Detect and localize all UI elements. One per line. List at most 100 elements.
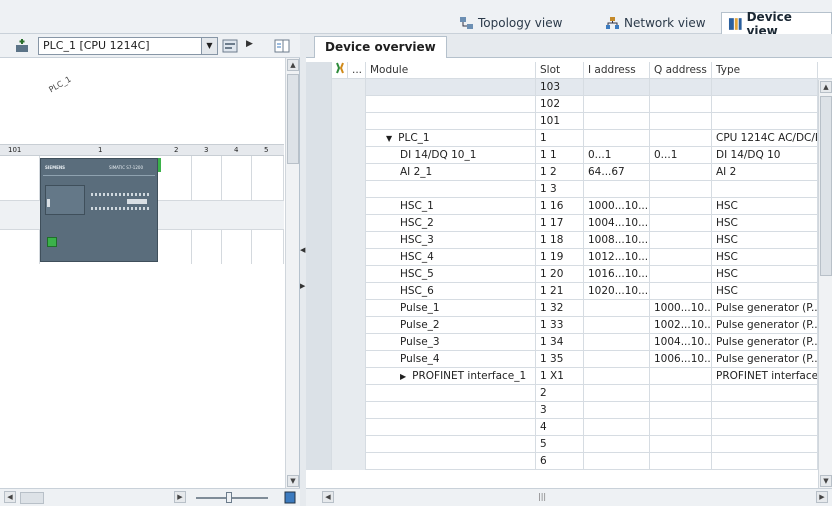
q-address-cell[interactable] <box>650 79 712 96</box>
module-cell[interactable]: HSC_1 <box>366 198 536 215</box>
slot-cell[interactable]: 1 20 <box>536 266 584 283</box>
row-gutter[interactable] <box>306 317 332 334</box>
module-cell[interactable]: HSC_2 <box>366 215 536 232</box>
q-address-cell[interactable]: 0...1 <box>650 147 712 164</box>
collapse-right-icon[interactable]: ▶ <box>300 282 305 290</box>
q-address-cell[interactable] <box>650 130 712 147</box>
module-cell[interactable]: HSC_4 <box>366 249 536 266</box>
row-gutter[interactable] <box>306 164 332 181</box>
slot-cell[interactable]: 1 2 <box>536 164 584 181</box>
column-header-i-address[interactable]: I address <box>584 62 650 79</box>
table-row[interactable]: 102 <box>306 96 832 113</box>
table-row[interactable]: 1 3 <box>306 181 832 198</box>
scroll-right-icon[interactable]: ▶ <box>816 491 828 503</box>
slot-cell[interactable]: 102 <box>536 96 584 113</box>
type-cell[interactable]: HSC <box>712 232 818 249</box>
type-cell[interactable]: HSC <box>712 249 818 266</box>
table-row[interactable]: Pulse_2 1 33 1002...10... Pulse generator (… <box>306 317 832 334</box>
column-header-type[interactable]: Type <box>712 62 818 79</box>
i-address-cell[interactable] <box>584 402 650 419</box>
module-cell[interactable]: Pulse_3 <box>366 334 536 351</box>
table-row[interactable]: 5 <box>306 436 832 453</box>
slot-cell[interactable]: 1 17 <box>536 215 584 232</box>
row-gutter[interactable] <box>306 402 332 419</box>
row-gutter[interactable] <box>306 334 332 351</box>
row-gutter[interactable] <box>306 385 332 402</box>
module-cell[interactable] <box>366 385 536 402</box>
chevron-down-icon[interactable]: ▼ <box>201 38 217 54</box>
table-row[interactable]: HSC_5 1 20 1016...10... HSC <box>306 266 832 283</box>
table-row[interactable]: 6 <box>306 453 832 470</box>
i-address-cell[interactable] <box>584 113 650 130</box>
scroll-down-icon[interactable]: ▼ <box>287 475 299 487</box>
zoom-fit-icon[interactable] <box>284 491 296 504</box>
type-cell[interactable] <box>712 402 818 419</box>
table-row[interactable]: HSC_2 1 17 1004...10... HSC <box>306 215 832 232</box>
device-selector-dropdown[interactable]: PLC_1 [CPU 1214C] ▼ <box>38 37 218 55</box>
row-gutter[interactable] <box>306 96 332 113</box>
q-address-cell[interactable] <box>650 436 712 453</box>
q-address-cell[interactable] <box>650 198 712 215</box>
slot-cell[interactable]: 101 <box>536 113 584 130</box>
ethernet-port-icon[interactable] <box>47 237 57 247</box>
device-canvas[interactable]: PLC_1 101 1 2 3 4 5 SIEMENS SIMATIC S7-1… <box>0 58 284 488</box>
row-gutter[interactable] <box>306 215 332 232</box>
i-address-cell[interactable]: 1012...10... <box>584 249 650 266</box>
module-cell[interactable]: HSC_5 <box>366 266 536 283</box>
table-row[interactable]: 103 <box>306 79 832 96</box>
row-gutter[interactable] <box>306 436 332 453</box>
device-properties-icon[interactable] <box>222 38 238 54</box>
scroll-left-icon[interactable]: ◀ <box>4 491 16 503</box>
slot-cell[interactable]: 1 1 <box>536 147 584 164</box>
q-address-cell[interactable] <box>650 402 712 419</box>
zoom-slider[interactable] <box>196 497 268 499</box>
q-address-cell[interactable]: 1000...10... <box>650 300 712 317</box>
scroll-up-icon[interactable]: ▲ <box>820 81 832 93</box>
type-cell[interactable]: PROFINET interface <box>712 368 818 385</box>
i-address-cell[interactable] <box>584 453 650 470</box>
scroll-right-icon[interactable]: ▶ <box>174 491 186 503</box>
slot-cell[interactable]: 1 3 <box>536 181 584 198</box>
type-cell[interactable]: CPU 1214C AC/DC/Rly <box>712 130 818 147</box>
slot-cell[interactable]: 1 <box>536 130 584 147</box>
expanded-arrow-icon[interactable]: ▼ <box>386 134 392 143</box>
diagnostics-column-header[interactable] <box>332 62 348 79</box>
slot-cell[interactable]: 6 <box>536 453 584 470</box>
table-row[interactable]: ▶ PROFINET interface_1 1 X1 PROFINET interf… <box>306 368 832 385</box>
table-row[interactable]: AI 2_1 1 2 64...67 AI 2 <box>306 164 832 181</box>
q-address-cell[interactable] <box>650 453 712 470</box>
collapse-left-icon[interactable]: ◀ <box>300 246 305 254</box>
slot-cell[interactable]: 5 <box>536 436 584 453</box>
table-row[interactable]: Pulse_4 1 35 1006...10... Pulse generator (… <box>306 351 832 368</box>
module-cell[interactable] <box>366 96 536 113</box>
i-address-cell[interactable] <box>584 96 650 113</box>
q-address-cell[interactable] <box>650 232 712 249</box>
device-view-tab[interactable]: Device view <box>721 10 832 38</box>
row-gutter[interactable] <box>306 368 332 385</box>
type-cell[interactable]: AI 2 <box>712 164 818 181</box>
type-cell[interactable]: HSC <box>712 283 818 300</box>
table-row[interactable]: DI 14/DQ 10_1 1 1 0...1 0...1 DI 14/DQ 10 <box>306 147 832 164</box>
expand-arrow-icon[interactable]: ▶ <box>246 39 253 49</box>
table-row[interactable]: Pulse_3 1 34 1004...10... Pulse generator (… <box>306 334 832 351</box>
row-gutter[interactable] <box>306 300 332 317</box>
slot-cell[interactable]: 103 <box>536 79 584 96</box>
row-gutter[interactable] <box>306 113 332 130</box>
scroll-grip-icon[interactable]: ||| <box>538 492 548 503</box>
q-address-cell[interactable] <box>650 164 712 181</box>
module-cell[interactable]: HSC_3 <box>366 232 536 249</box>
module-cell[interactable]: ▶ PROFINET interface_1 <box>366 368 536 385</box>
module-cell[interactable] <box>366 181 536 198</box>
i-address-cell[interactable] <box>584 317 650 334</box>
table-row[interactable]: Pulse_1 1 32 1000...10... Pulse generator (… <box>306 300 832 317</box>
i-address-cell[interactable] <box>584 79 650 96</box>
i-address-cell[interactable]: 1016...10... <box>584 266 650 283</box>
row-gutter[interactable] <box>306 453 332 470</box>
type-cell[interactable] <box>712 79 818 96</box>
i-address-cell[interactable] <box>584 419 650 436</box>
i-address-cell[interactable] <box>584 130 650 147</box>
row-gutter[interactable] <box>306 232 332 249</box>
scroll-up-icon[interactable]: ▲ <box>287 59 299 71</box>
slot-cell[interactable]: 4 <box>536 419 584 436</box>
column-header-module[interactable]: Module <box>366 62 536 79</box>
